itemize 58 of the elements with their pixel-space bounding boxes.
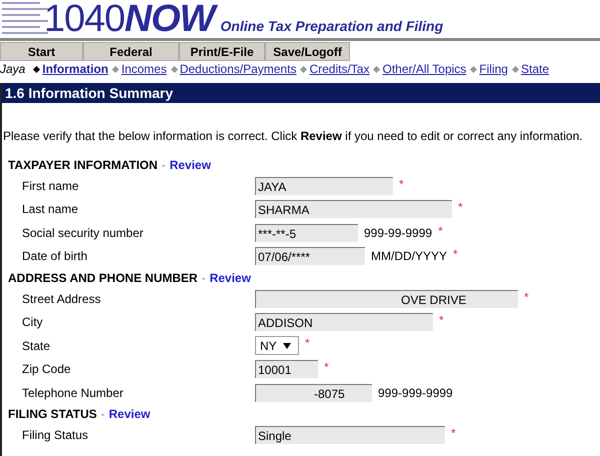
- nav-tab[interactable]: Start: [0, 42, 83, 61]
- required-mark: *: [524, 290, 529, 304]
- input-field[interactable]: ***-**-5: [255, 224, 358, 242]
- field-label: Zip Code: [21, 362, 72, 376]
- separator-dash: -: [100, 407, 105, 421]
- stripes-icon: [2, 0, 48, 36]
- topic-link[interactable]: Information: [42, 62, 108, 76]
- format-hint: 999-999-9999: [378, 386, 453, 400]
- review-link[interactable]: Review: [170, 158, 211, 172]
- caret-icon: [282, 342, 291, 349]
- field-label: Date of birth: [21, 249, 88, 264]
- input-field[interactable]: JAYA: [255, 176, 393, 195]
- field-label: Social security number: [21, 226, 144, 240]
- input-field[interactable]: 07/06/****: [255, 247, 365, 266]
- field-label: First name: [21, 178, 80, 193]
- topic-link[interactable]: Incomes: [121, 62, 167, 76]
- required-mark: *: [305, 336, 310, 350]
- page-title: 1.6 Information Summary: [2, 83, 600, 103]
- review-link[interactable]: Review: [108, 407, 150, 421]
- field-label: State: [21, 338, 52, 353]
- required-mark: *: [451, 426, 456, 440]
- required-mark: *: [439, 313, 444, 328]
- format-hint: 999-99-9999: [364, 226, 432, 240]
- input-field[interactable]: Single: [255, 426, 445, 444]
- required-mark: *: [399, 176, 404, 191]
- topic-link[interactable]: Deductions/Payments: [180, 62, 296, 76]
- section-title: ADDRESS AND PHONE NUMBER: [8, 270, 198, 284]
- field-label: Filing Status: [21, 428, 90, 442]
- topic-link[interactable]: Credits/Tax: [309, 62, 370, 76]
- required-mark: *: [438, 224, 443, 238]
- state-dropdown[interactable]: NY: [255, 336, 299, 356]
- user-name: Jaya: [0, 62, 26, 76]
- tagline: Online Tax Preparation and Filing: [220, 18, 444, 34]
- nav-tab[interactable]: Save/Logoff: [265, 42, 350, 61]
- format-hint: MM/DD/YYYY: [371, 249, 448, 264]
- topic-link[interactable]: Filing: [479, 62, 508, 76]
- field-label: Last name: [21, 202, 80, 216]
- input-field[interactable]: SHARMA: [255, 200, 452, 218]
- nav-tab[interactable]: Print/E-File: [179, 42, 265, 61]
- input-field[interactable]: 10001: [255, 360, 318, 378]
- section-title: TAXPAYER INFORMATION: [8, 158, 158, 172]
- field-label: Street Address: [21, 292, 102, 306]
- separator-dash: -: [162, 158, 166, 172]
- required-mark: *: [324, 360, 329, 374]
- topic-link[interactable]: State: [520, 62, 550, 76]
- required-mark: *: [458, 200, 463, 214]
- input-field[interactable]: -8075: [255, 384, 372, 402]
- intro-text: Please verify that the below information is correct. Click Review if you need to edit or correct any information.: [3, 129, 584, 143]
- review-link[interactable]: Review: [210, 270, 251, 284]
- input-field[interactable]: OVE DRIVE: [255, 290, 518, 308]
- input-field[interactable]: ADDISON: [255, 313, 433, 332]
- required-mark: *: [453, 247, 458, 262]
- nav-tab[interactable]: Federal: [83, 42, 179, 61]
- separator-dash: -: [202, 270, 206, 284]
- field-label: Telephone Number: [21, 386, 124, 400]
- topic-link[interactable]: Other/All Topics: [382, 62, 466, 76]
- field-label: City: [21, 315, 44, 330]
- section-title: FILING STATUS: [8, 407, 97, 421]
